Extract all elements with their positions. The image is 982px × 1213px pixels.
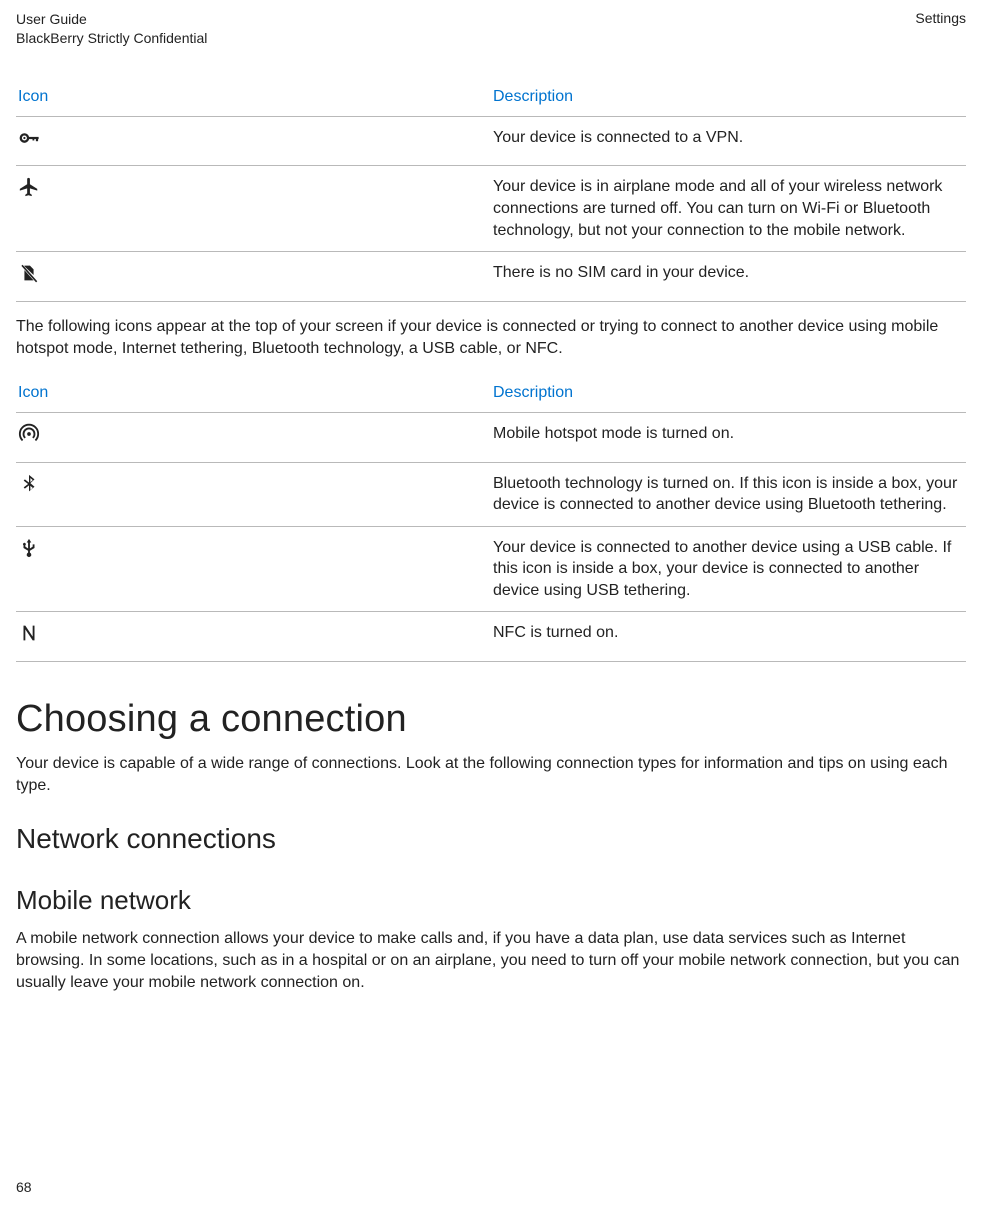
table-row: NFC is turned on. [16, 612, 966, 662]
paragraph-choosing: Your device is capable of a wide range o… [16, 753, 966, 797]
key-icon [18, 127, 40, 156]
heading-mobile-network: Mobile network [16, 885, 966, 916]
header-title: User Guide [16, 10, 207, 29]
table-row: Your device is connected to a VPN. [16, 116, 966, 166]
row-desc: Your device is connected to another devi… [491, 526, 966, 612]
table-row: Your device is connected to another devi… [16, 526, 966, 612]
table-row: There is no SIM card in your device. [16, 252, 966, 302]
row-desc: Bluetooth technology is turned on. If th… [491, 462, 966, 526]
no-sim-icon [18, 262, 40, 291]
table1-header-desc: Description [491, 78, 966, 117]
row-desc: There is no SIM card in your device. [491, 252, 966, 302]
heading-choosing-connection: Choosing a connection [16, 698, 966, 741]
table-row: Mobile hotspot mode is turned on. [16, 412, 966, 462]
bluetooth-icon [18, 473, 40, 502]
paragraph-mobile-network: A mobile network connection allows your … [16, 928, 966, 994]
table2-header-icon: Icon [16, 374, 491, 413]
airplane-icon [18, 176, 40, 205]
row-desc: NFC is turned on. [491, 612, 966, 662]
middle-paragraph: The following icons appear at the top of… [16, 316, 966, 360]
page-number: 68 [16, 1179, 32, 1195]
heading-network-connections: Network connections [16, 823, 966, 855]
hotspot-icon [18, 423, 40, 452]
table1-header-icon: Icon [16, 78, 491, 117]
icon-table-1: Icon Description Your device is connecte… [16, 78, 966, 302]
table-row: Your device is in airplane mode and all … [16, 166, 966, 252]
table-row: Bluetooth technology is turned on. If th… [16, 462, 966, 526]
header-right: Settings [915, 10, 966, 48]
row-desc: Mobile hotspot mode is turned on. [491, 412, 966, 462]
table2-header-desc: Description [491, 374, 966, 413]
nfc-icon [18, 622, 40, 651]
header-left: User Guide BlackBerry Strictly Confident… [16, 10, 207, 48]
page-header: User Guide BlackBerry Strictly Confident… [16, 10, 966, 48]
header-subtitle: BlackBerry Strictly Confidential [16, 29, 207, 48]
row-desc: Your device is in airplane mode and all … [491, 166, 966, 252]
usb-icon [18, 537, 40, 566]
row-desc: Your device is connected to a VPN. [491, 116, 966, 166]
icon-table-2: Icon Description Mobile hotspot mode is … [16, 374, 966, 662]
